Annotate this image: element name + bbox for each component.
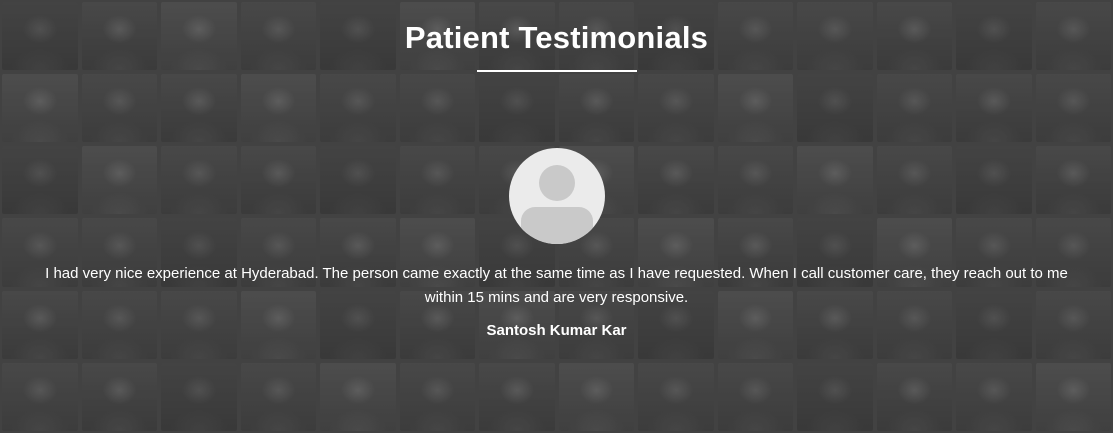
user-avatar-placeholder-icon <box>508 148 605 244</box>
avatar-body-shape <box>520 207 593 244</box>
title-underline-divider <box>476 70 637 72</box>
testimonials-section: Patient Testimonials I had very nice exp… <box>0 0 1113 433</box>
testimonial-author: Santosh Kumar Kar <box>486 322 627 339</box>
section-title: Patient Testimonials <box>404 20 709 55</box>
avatar-head-shape <box>538 165 575 201</box>
testimonial-quote: I had very nice experience at Hyderabad.… <box>45 265 1068 306</box>
